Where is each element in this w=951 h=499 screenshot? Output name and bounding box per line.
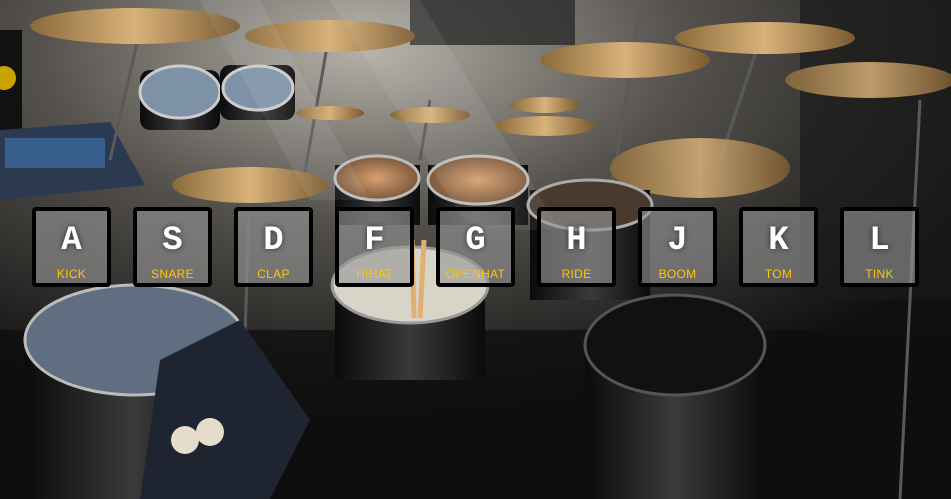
key-letter: G [465,222,486,260]
sound-label: TOM [764,267,793,281]
sound-label: OPENHAT [445,267,506,281]
key-letter: A [61,222,82,260]
key-s-snare[interactable]: S SNARE [133,207,212,287]
key-a-kick[interactable]: A KICK [32,207,111,287]
sound-label: TINK [865,267,894,281]
key-letter: F [364,222,385,260]
key-letter: S [162,222,183,260]
sound-label: HIHAT [356,267,393,281]
key-l-tink[interactable]: L TINK [840,207,919,287]
key-k-tom[interactable]: K TOM [739,207,818,287]
sound-label: KICK [56,267,87,281]
key-letter: H [566,222,587,260]
key-letter: K [768,222,789,260]
key-letter: J [667,222,688,260]
sound-label: BOOM [658,267,697,281]
drum-keys: A KICK S SNARE D CLAP F HIHAT G OPENHAT … [0,207,951,287]
key-h-ride[interactable]: H RIDE [537,207,616,287]
sound-label: CLAP [257,267,290,281]
key-f-hihat[interactable]: F HIHAT [335,207,414,287]
key-letter: D [263,222,284,260]
sound-label: SNARE [151,267,194,281]
key-letter: L [869,222,890,260]
key-g-openhat[interactable]: G OPENHAT [436,207,515,287]
key-j-boom[interactable]: J BOOM [638,207,717,287]
sound-label: RIDE [561,267,592,281]
key-d-clap[interactable]: D CLAP [234,207,313,287]
